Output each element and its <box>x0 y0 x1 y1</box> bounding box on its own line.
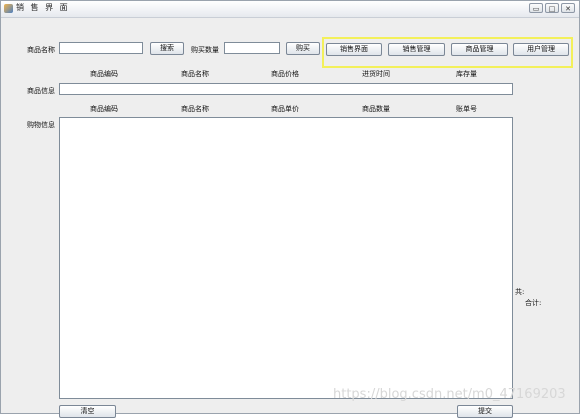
product-header-inventory: 库存量 <box>456 70 477 78</box>
cart-list[interactable] <box>59 117 513 399</box>
minimize-button[interactable]: ▭ <box>529 3 543 13</box>
cart-header-name: 商品名称 <box>181 105 209 113</box>
total-items-label: 共: <box>515 288 525 296</box>
submit-button[interactable]: 提交 <box>457 405 513 418</box>
nav-product-management[interactable]: 商品管理 <box>451 43 508 56</box>
product-info-label: 商品信息 <box>27 87 55 95</box>
quantity-label: 购买数量 <box>191 46 219 54</box>
quantity-input[interactable] <box>224 42 280 54</box>
search-button[interactable]: 搜索 <box>150 42 184 55</box>
product-header-code: 商品编码 <box>90 70 118 78</box>
sales-window: 销 售 界 面 ▭ □ ✕ 商品名称 搜索 购买数量 购买 销售界面 销售管理 … <box>0 0 580 418</box>
close-button[interactable]: ✕ <box>561 3 575 13</box>
title-bar: 销 售 界 面 ▭ □ ✕ <box>1 1 579 18</box>
cart-header-quantity: 商品数量 <box>362 105 390 113</box>
buy-button[interactable]: 购买 <box>286 42 320 55</box>
watermark: https://blog.csdn.net/m0_47169203 <box>333 387 566 402</box>
product-info-field[interactable] <box>59 83 513 95</box>
cart-info-label: 购物信息 <box>27 121 55 129</box>
product-name-label: 商品名称 <box>27 46 55 54</box>
cart-header-unit-price: 商品单价 <box>271 105 299 113</box>
clear-button[interactable]: 清空 <box>59 405 116 418</box>
app-icon <box>4 4 13 13</box>
maximize-button[interactable]: □ <box>545 3 559 13</box>
nav-sales[interactable]: 销售界面 <box>326 43 382 56</box>
total-amount-label: 合计: <box>525 299 542 307</box>
cart-header-code: 商品编码 <box>90 105 118 113</box>
nav-user-management[interactable]: 用户管理 <box>513 43 569 56</box>
product-name-input[interactable] <box>59 42 143 54</box>
product-header-name: 商品名称 <box>181 70 209 78</box>
product-header-stock-time: 进货时间 <box>362 70 390 78</box>
product-header-price: 商品价格 <box>271 70 299 78</box>
nav-sales-management[interactable]: 销售管理 <box>388 43 445 56</box>
window-title: 销 售 界 面 <box>16 3 70 12</box>
cart-header-bill-number: 账单号 <box>456 105 477 113</box>
